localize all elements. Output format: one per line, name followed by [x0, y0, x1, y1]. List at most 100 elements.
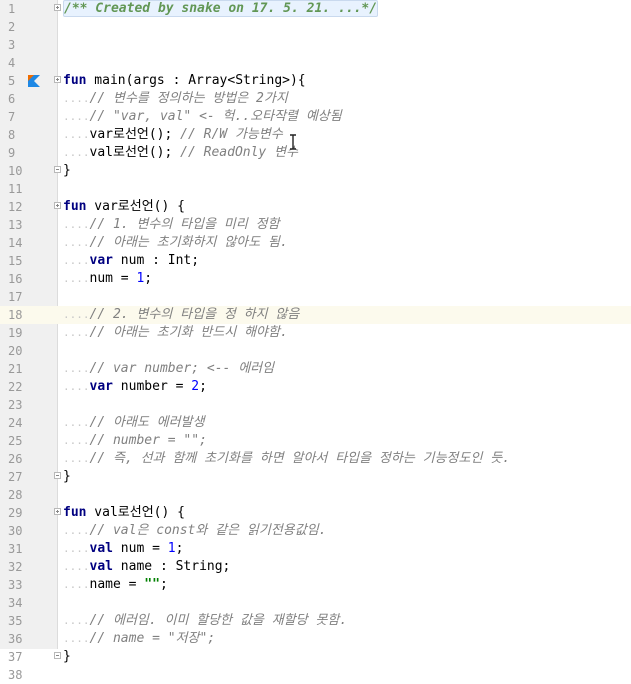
line-number[interactable]: 20 [0, 342, 36, 360]
line-number[interactable]: 30 [0, 522, 36, 540]
code-line[interactable]: 18 ....// 2. 변수의 타입을 정 하지 않음 [0, 306, 631, 324]
code-line[interactable]: 26 ....// 즉, 선과 함께 초기화를 하면 알아서 타입을 정하는 기능… [0, 450, 631, 468]
code-line[interactable]: 2 [0, 18, 631, 36]
code-text[interactable]: ....// val은 const와 같은 읽기전용값임. [63, 522, 327, 540]
code-editor[interactable]: 1 /** Created by snake on 17. 5. 21. ...*… [0, 0, 631, 682]
code-line[interactable]: 38 [0, 666, 631, 684]
code-line[interactable]: 15 ....var num : Int; [0, 252, 631, 270]
line-number[interactable]: 28 [0, 486, 36, 504]
line-number[interactable]: 21 [0, 360, 36, 378]
code-text[interactable]: /** Created by snake on 17. 5. 21. ...*/ [63, 0, 379, 18]
code-line[interactable]: 8 ....var로선언(); // R/W 가능변수 [0, 126, 631, 144]
line-number[interactable]: 16 [0, 270, 36, 288]
code-text[interactable]: ....// 1. 변수의 타입을 미리 정함 [63, 216, 280, 234]
code-line[interactable]: 37} [0, 648, 631, 666]
code-line[interactable]: 9 ....val로선언(); // ReadOnly 변수 [0, 144, 631, 162]
code-line[interactable]: 1 /** Created by snake on 17. 5. 21. ...*… [0, 0, 631, 18]
line-number[interactable]: 36 [0, 630, 36, 648]
code-line[interactable]: 12 fun var로선언() { [0, 198, 631, 216]
line-number[interactable]: 10 [0, 162, 36, 180]
code-text[interactable]: ....val num = 1; [63, 540, 183, 558]
line-number[interactable]: 23 [0, 396, 36, 414]
line-number[interactable]: 11 [0, 180, 36, 198]
code-line[interactable]: 10} [0, 162, 631, 180]
code-text[interactable]: fun main(args : Array<String>){ [63, 72, 306, 90]
fold-collapse-icon[interactable] [54, 652, 61, 659]
line-number[interactable]: 13 [0, 216, 36, 234]
line-number[interactable]: 15 [0, 252, 36, 270]
code-line[interactable]: 4 [0, 54, 631, 72]
line-number[interactable]: 17 [0, 288, 36, 306]
fold-expand-icon[interactable] [54, 202, 61, 209]
line-number[interactable]: 18 [0, 306, 36, 324]
code-text[interactable]: ....var로선언(); // R/W 가능변수 [63, 126, 283, 144]
code-line[interactable]: 27} [0, 468, 631, 486]
line-number[interactable]: 31 [0, 540, 36, 558]
code-text[interactable]: } [63, 468, 71, 486]
code-text[interactable]: ....// 에러임. 이미 할당한 값을 재할당 못함. [63, 612, 347, 630]
line-number[interactable]: 4 [0, 54, 36, 72]
code-line[interactable]: 7 ....// "var, val" <- 헉..오타작렬 예상됨 [0, 108, 631, 126]
code-line[interactable]: 35 ....// 에러임. 이미 할당한 값을 재할당 못함. [0, 612, 631, 630]
code-line[interactable]: 21 ....// var number; <-- 에러임 [0, 360, 631, 378]
fold-expand-icon[interactable] [54, 4, 61, 11]
line-number[interactable]: 3 [0, 36, 36, 54]
code-text[interactable]: } [63, 648, 71, 666]
line-number[interactable]: 1 [0, 0, 36, 18]
line-number[interactable]: 22 [0, 378, 36, 396]
code-text[interactable]: ....// 아래는 초기화하지 않아도 됨. [63, 234, 288, 252]
code-line[interactable]: 31 ....val num = 1; [0, 540, 631, 558]
code-text[interactable]: ....num = 1; [63, 270, 152, 288]
fold-collapse-icon[interactable] [54, 472, 61, 479]
line-number[interactable]: 37 [0, 648, 36, 666]
code-line[interactable]: 36 ....// name = "저장"; [0, 630, 631, 648]
code-text[interactable]: fun var로선언() { [63, 198, 185, 216]
code-text[interactable]: ....// var number; <-- 에러임 [63, 360, 274, 378]
kotlin-run-icon[interactable] [28, 75, 40, 87]
line-number[interactable]: 33 [0, 576, 36, 594]
line-number[interactable]: 6 [0, 90, 36, 108]
code-text[interactable]: ....val name : String; [63, 558, 230, 576]
line-number[interactable]: 32 [0, 558, 36, 576]
line-number[interactable]: 14 [0, 234, 36, 252]
fold-expand-icon[interactable] [54, 508, 61, 515]
code-text[interactable]: ....var num : Int; [63, 252, 199, 270]
code-text[interactable]: ....// "var, val" <- 헉..오타작렬 예상됨 [63, 108, 342, 126]
code-line[interactable]: 17 [0, 288, 631, 306]
line-number[interactable]: 29 [0, 504, 36, 522]
code-line[interactable]: 16 ....num = 1; [0, 270, 631, 288]
code-line[interactable]: 30 ....// val은 const와 같은 읽기전용값임. [0, 522, 631, 540]
code-line[interactable]: 14 ....// 아래는 초기화하지 않아도 됨. [0, 234, 631, 252]
code-line[interactable]: 24 ....// 아래도 에러발생 [0, 414, 631, 432]
line-number[interactable]: 19 [0, 324, 36, 342]
code-line[interactable]: 34 [0, 594, 631, 612]
code-text[interactable]: ....// 즉, 선과 함께 초기화를 하면 알아서 타입을 정하는 기능정도… [63, 450, 510, 468]
line-number[interactable]: 25 [0, 432, 36, 450]
line-number[interactable]: 2 [0, 18, 36, 36]
code-text[interactable]: ....name = ""; [63, 576, 168, 594]
fold-expand-icon[interactable] [54, 76, 61, 83]
line-number[interactable]: 35 [0, 612, 36, 630]
code-line[interactable]: 32 ....val name : String; [0, 558, 631, 576]
code-text[interactable]: ....val로선언(); // ReadOnly 변수 [63, 144, 298, 162]
code-line[interactable]: 13 ....// 1. 변수의 타입을 미리 정함 [0, 216, 631, 234]
code-text[interactable]: fun val로선언() { [63, 504, 185, 522]
line-number[interactable]: 27 [0, 468, 36, 486]
code-text[interactable]: ....// name = "저장"; [63, 630, 215, 648]
code-line[interactable]: 33 ....name = ""; [0, 576, 631, 594]
code-text[interactable]: ....var number = 2; [63, 378, 207, 396]
line-number[interactable]: 12 [0, 198, 36, 216]
line-number[interactable]: 38 [0, 666, 36, 684]
code-line[interactable]: 11 [0, 180, 631, 198]
code-text[interactable]: ....// 변수를 정의하는 방법은 2가지 [63, 90, 288, 108]
code-line[interactable]: 5 fun main(args : Array<String>){ [0, 72, 631, 90]
line-number[interactable]: 26 [0, 450, 36, 468]
code-text[interactable]: } [63, 162, 71, 180]
code-line[interactable]: 19 ....// 아래는 초기화 반드시 해야함. [0, 324, 631, 342]
fold-collapse-icon[interactable] [54, 166, 61, 173]
line-number[interactable]: 8 [0, 126, 36, 144]
code-line[interactable]: 6 ....// 변수를 정의하는 방법은 2가지 [0, 90, 631, 108]
line-number[interactable]: 9 [0, 144, 36, 162]
line-number[interactable]: 7 [0, 108, 36, 126]
code-line[interactable]: 22 ....var number = 2; [0, 378, 631, 396]
